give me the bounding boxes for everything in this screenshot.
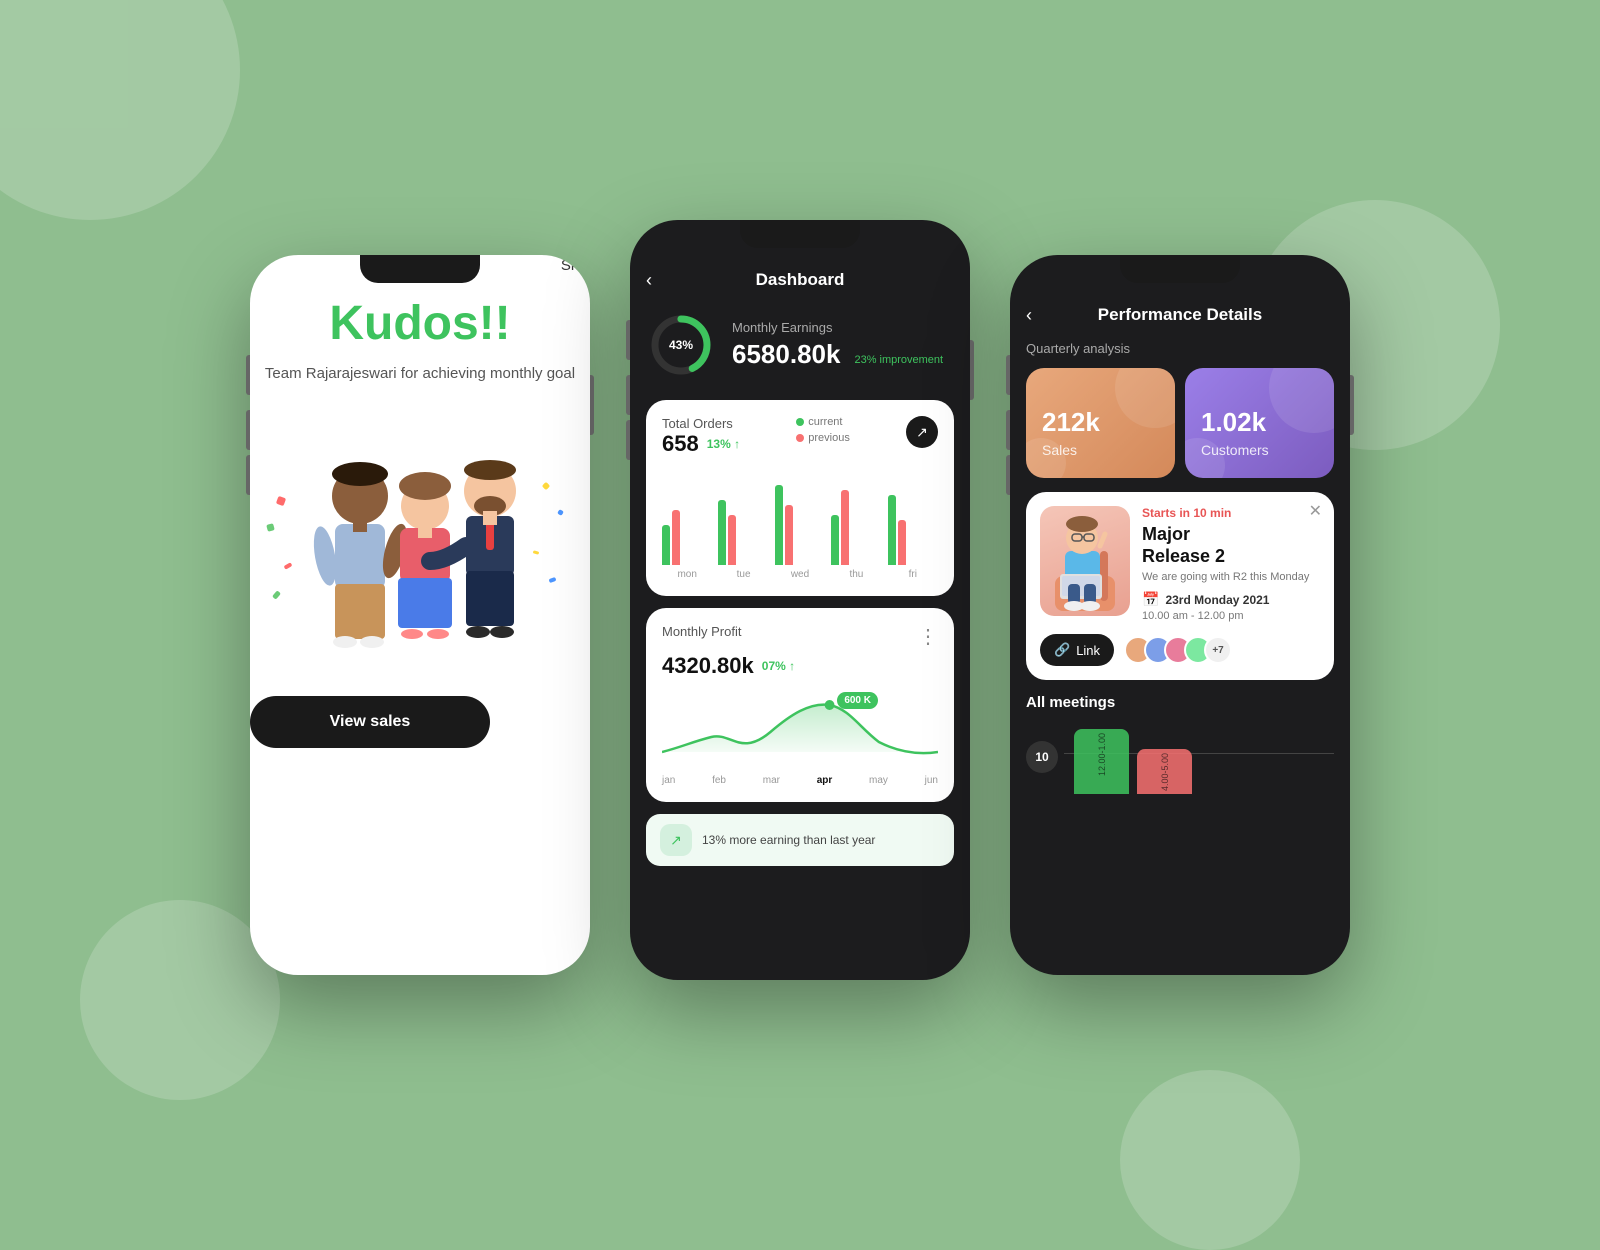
sales-stat-card: 212k Sales	[1026, 368, 1175, 478]
earnings-section: 43% Monthly Earnings 6580.80k 23% improv…	[646, 310, 954, 380]
phone-dashboard: ‹ Dashboard 43% Monthly Earnings	[630, 220, 970, 980]
share-button[interactable]: ↗	[906, 416, 938, 448]
profit-title: Monthly Profit	[662, 624, 741, 639]
link-label: Link	[1076, 643, 1100, 658]
phone2-notch	[740, 220, 860, 248]
phone-performance: ‹ Performance Details Quarterly analysis…	[1010, 255, 1350, 975]
back-arrow-icon[interactable]: ‹	[646, 270, 652, 291]
bar-label-fri: fri	[888, 569, 938, 580]
more-options-button[interactable]: ⋮	[918, 624, 938, 649]
phone2-header: ‹ Dashboard	[646, 270, 954, 290]
event-title: MajorRelease 2	[1142, 524, 1320, 567]
bar-current	[831, 515, 839, 565]
back-arrow-icon[interactable]: ‹	[250, 255, 256, 276]
month-jun: jun	[925, 775, 938, 786]
bar-previous	[672, 510, 680, 565]
customers-name: Customers	[1201, 442, 1269, 458]
kudos-subtitle: Team Rajarajeswari for achieving monthly…	[250, 363, 590, 386]
all-meetings-label: All meetings	[1026, 694, 1334, 711]
people-illustration	[280, 416, 560, 676]
month-jan: jan	[662, 775, 675, 786]
sales-name: Sales	[1042, 442, 1100, 458]
orders-value: 658	[662, 431, 699, 457]
bar-label-wed: wed	[775, 569, 825, 580]
skip-button[interactable]: Skip	[561, 257, 590, 274]
close-button[interactable]: ✕	[1309, 504, 1322, 520]
event-date: 23rd Monday 2021	[1165, 593, 1269, 607]
donut-label: 43%	[669, 338, 693, 352]
phone3-header: ‹ Performance Details	[1026, 305, 1334, 325]
bar-previous	[728, 515, 736, 565]
bar-labels: mon tue wed thu fri	[662, 569, 938, 580]
earnings-value: 6580.80k	[732, 339, 840, 370]
stats-grid: 212k Sales 1.02k Customers	[1026, 368, 1334, 478]
time-marker: 10	[1026, 741, 1058, 773]
month-apr: apr	[817, 775, 833, 786]
dashboard-title: Dashboard	[756, 270, 845, 290]
earnings-improvement: 23% improvement	[854, 354, 943, 366]
bar-current	[662, 525, 670, 565]
link-icon: 🔗	[1054, 642, 1070, 658]
event-starts: Starts in 10 min	[1142, 506, 1320, 520]
profit-value: 4320.80k	[662, 653, 754, 679]
month-feb: feb	[712, 775, 726, 786]
line-chart: 600 K	[662, 687, 938, 767]
earnings-label: Monthly Earnings	[732, 320, 943, 335]
legend-dot-current	[796, 418, 804, 426]
link-button[interactable]: 🔗 Link	[1040, 634, 1114, 666]
month-may: may	[869, 775, 888, 786]
profit-pct: 07% ↑	[762, 659, 795, 673]
timeline-bar-red: 4.00-5.00	[1137, 749, 1192, 794]
avatar-more: +7	[1204, 636, 1232, 664]
orders-title: Total Orders	[662, 416, 740, 431]
phones-container: ‹ Skip Kudos!! Team Rajarajeswari for ac…	[250, 220, 1350, 980]
avatars-stack: +7	[1124, 636, 1232, 664]
bar-chart	[662, 469, 938, 569]
sales-value: 212k	[1042, 407, 1100, 438]
bar-label-thu: thu	[831, 569, 881, 580]
customers-stat-card: 1.02k Customers	[1185, 368, 1334, 478]
earnings-info: Monthly Earnings 6580.80k 23% improvemen…	[732, 320, 943, 370]
legend-previous: previous	[808, 432, 850, 444]
total-orders-card: Total Orders 658 13% ↑ current	[646, 400, 954, 596]
legend-current: current	[808, 416, 842, 428]
event-details: Starts in 10 min MajorRelease 2 We are g…	[1142, 506, 1320, 622]
event-time: 10.00 am - 12.00 pm	[1142, 610, 1320, 622]
footer-text: 13% more earning than last year	[702, 833, 875, 847]
orders-pct: 13% ↑	[707, 437, 740, 451]
calendar-icon: 📅	[1142, 591, 1159, 608]
kudos-title: Kudos!!	[250, 296, 590, 351]
phone-kudos: ‹ Skip Kudos!! Team Rajarajeswari for ac…	[250, 255, 590, 975]
timeline-bar-green: 12.00-1.00	[1074, 729, 1129, 794]
earnings-footer: ↗ 13% more earning than last year	[646, 814, 954, 866]
month-mar: mar	[763, 775, 780, 786]
bar-previous	[898, 520, 906, 565]
customers-value: 1.02k	[1201, 407, 1269, 438]
phone3-notch	[1120, 255, 1240, 283]
back-arrow-icon[interactable]: ‹	[1026, 305, 1032, 326]
bar-current	[775, 485, 783, 565]
chart-tooltip: 600 K	[837, 692, 878, 709]
bar-current	[888, 495, 896, 565]
bar-previous	[841, 490, 849, 565]
phone1-notch	[360, 255, 480, 283]
quarterly-label: Quarterly analysis	[1026, 341, 1334, 356]
event-card: ✕	[1026, 492, 1334, 680]
event-image	[1040, 506, 1130, 616]
event-desc: We are going with R2 this Monday	[1142, 571, 1320, 583]
month-labels: jan feb mar apr may jun	[662, 775, 938, 786]
bar-previous	[785, 505, 793, 565]
performance-title: Performance Details	[1098, 305, 1262, 325]
bar-label-mon: mon	[662, 569, 712, 580]
event-actions: 🔗 Link +7	[1040, 634, 1320, 666]
bar-current	[718, 500, 726, 565]
trend-icon: ↗	[660, 824, 692, 856]
donut-chart: 43%	[646, 310, 716, 380]
bar-label-tue: tue	[718, 569, 768, 580]
monthly-profit-card: Monthly Profit ⋮ 4320.80k 07% ↑	[646, 608, 954, 802]
view-sales-button[interactable]: View sales	[250, 696, 490, 748]
legend-dot-previous	[796, 434, 804, 442]
meetings-timeline: 10 12.00-1.00 4.00-5.00	[1026, 721, 1334, 801]
